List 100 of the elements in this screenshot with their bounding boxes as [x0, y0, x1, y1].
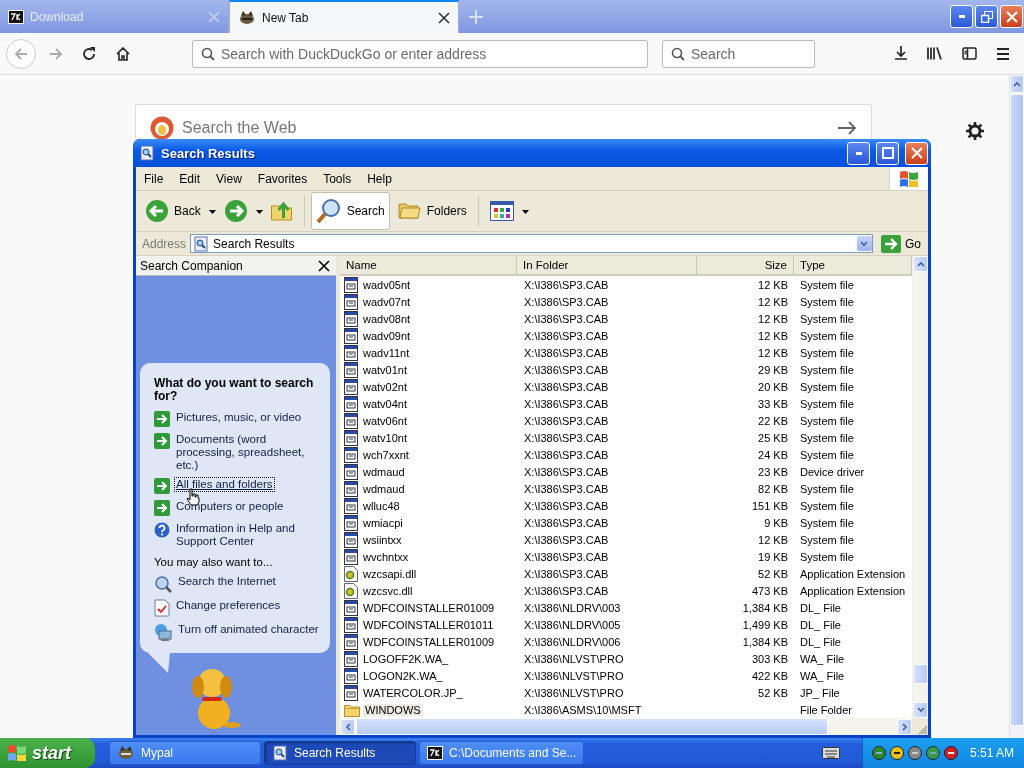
file-name[interactable]: wadv11nt	[361, 346, 412, 359]
table-cell-text: X:\I386\SP3.CAB	[523, 312, 610, 325]
table-cell-text: 33 KB	[757, 397, 789, 410]
file-name[interactable]: WATERCOLOR.JP_	[361, 686, 465, 699]
file-name[interactable]: wzcsvc.dll	[361, 584, 415, 597]
search-option-link[interactable]: Computers or people	[175, 500, 285, 513]
column-header[interactable]: In Folder	[517, 256, 697, 274]
search-box[interactable]: Search	[662, 39, 815, 68]
table-cell-text: 52 KB	[757, 686, 789, 699]
task-link[interactable]: Change preferences	[175, 599, 282, 612]
table-cell-text: 422 KB	[750, 669, 789, 682]
table-cell-text: X:\I386\SP3.CAB	[523, 346, 610, 359]
file-name[interactable]: WDFCOINSTALLER01009	[361, 635, 497, 648]
table-cell-text: 9 KB	[763, 516, 789, 529]
table-cell-text: X:\I386\SP3.CAB	[523, 278, 610, 291]
table-cell-text: 12 KB	[757, 278, 789, 291]
menu-item[interactable]: Tools	[315, 171, 360, 186]
table-cell-text: 25 KB	[757, 431, 789, 444]
file-name[interactable]: wadv07nt	[361, 295, 413, 308]
table-cell-text: DL_ File	[799, 635, 842, 648]
table-cell-text: X:\I386\NLVST\PRO	[523, 669, 625, 682]
menu-item[interactable]: Favorites	[249, 171, 316, 186]
table-cell-text: X:\I386\SP3.CAB	[523, 295, 610, 308]
browser-tab[interactable]: New Tab	[229, 0, 459, 33]
task-link[interactable]: Search the Internet	[177, 575, 277, 588]
table-cell-text: System file	[799, 329, 855, 342]
table-cell-text: X:\I386\SP3.CAB	[523, 465, 610, 478]
table-cell-text: X:\I386\NLDRV\003	[523, 601, 622, 614]
file-name[interactable]: wdmaud	[361, 482, 407, 495]
table-cell-text: DL_ File	[799, 618, 842, 631]
file-name[interactable]: WINDOWS	[363, 703, 423, 716]
address-bar[interactable]: Search with DuckDuckGo or enter address	[192, 39, 648, 68]
table-cell-text: 1,499 KB	[741, 618, 789, 631]
table-cell-text: X:\I386\SP3.CAB	[523, 448, 610, 461]
table-cell-text: 82 KB	[757, 482, 789, 495]
taskbar-button[interactable]: Search Results	[264, 741, 416, 765]
web-search-box[interactable]: Search the Web	[135, 104, 872, 139]
file-name[interactable]: wsiintxx	[361, 533, 404, 546]
table-cell-text: 12 KB	[757, 346, 789, 359]
back-button[interactable]: Back	[140, 196, 206, 226]
table-cell-text: WA_ File	[799, 652, 846, 665]
file-name[interactable]: wvchntxx	[361, 550, 411, 563]
file-name[interactable]: LOGOFF2K.WA_	[361, 652, 451, 665]
file-name[interactable]: wadv05nt	[361, 278, 413, 291]
table-cell-text: WA_ File	[799, 669, 846, 682]
folders-button[interactable]: Folders	[392, 196, 472, 226]
table-cell-text: X:\I386\SP3.CAB	[523, 363, 610, 376]
file-name[interactable]: WDFCOINSTALLER01011	[361, 618, 496, 631]
go-button[interactable]: Go	[877, 234, 925, 253]
table-cell-text: X:\I386\SP3.CAB	[523, 329, 610, 342]
search-option-link[interactable]: Pictures, music, or video	[175, 411, 303, 424]
table-cell-text: X:\I386\ASMS\10\MSFT	[523, 703, 643, 716]
address-field[interactable]: Search with DuckDuckGo or enter address	[221, 41, 647, 66]
table-cell-text: X:\I386\SP3.CAB	[523, 533, 610, 546]
table-cell-text: 52 KB	[757, 567, 789, 580]
web-search-field[interactable]: Search the Web	[182, 119, 829, 137]
table-cell-text: 29 KB	[757, 363, 789, 376]
table-cell-text: X:\I386\SP3.CAB	[523, 414, 610, 427]
table-cell-text: X:\I386\SP3.CAB	[523, 380, 610, 393]
file-name[interactable]: wadv08nt	[361, 312, 413, 325]
taskbar-button[interactable]: C:\Documents and Se...	[419, 741, 585, 765]
table-cell-text: System file	[799, 278, 855, 291]
file-name[interactable]: watv04nt	[361, 397, 410, 410]
file-name[interactable]: wdmaud	[361, 465, 407, 478]
table-cell-text: 12 KB	[757, 312, 789, 325]
file-name[interactable]: wmiacpi	[361, 516, 405, 529]
table-cell-text: System file	[799, 312, 855, 325]
table-cell-text: System file	[799, 516, 855, 529]
table-cell-text: System file	[799, 533, 855, 546]
menu-item[interactable]: Help	[359, 171, 400, 186]
table-cell-text: X:\I386\SP3.CAB	[523, 584, 610, 597]
table-cell-text: X:\I386\SP3.CAB	[523, 567, 610, 580]
table-cell-text: X:\I386\SP3.CAB	[523, 516, 610, 529]
table-cell-text: JP_ File	[799, 686, 841, 699]
taskbar-button[interactable]: Mypal	[109, 741, 261, 765]
table-cell-text: System file	[799, 499, 855, 512]
file-name[interactable]: watv02nt	[361, 380, 410, 393]
table-cell-text: 1,384 KB	[741, 601, 789, 614]
file-name[interactable]: wzcsapi.dll	[361, 567, 419, 580]
menu-item[interactable]: View	[208, 171, 250, 186]
file-name[interactable]: watv10nt	[361, 431, 410, 444]
task-link[interactable]: Turn off animated character	[177, 623, 320, 636]
table-cell-text: 12 KB	[757, 329, 789, 342]
file-name[interactable]: watv06nt	[361, 414, 410, 427]
search-button[interactable]: Search	[310, 192, 390, 230]
search-option-link[interactable]: Documents (word processing, spreadsheet, etc.)	[175, 433, 320, 472]
search-option-link[interactable]: Information in Help and Support Center	[175, 522, 320, 548]
file-name[interactable]: wadv09nt	[361, 329, 413, 342]
search-field[interactable]: Search	[691, 41, 814, 66]
column-header[interactable]: Size	[697, 256, 794, 274]
file-name[interactable]: WDFCOINSTALLER01009	[361, 601, 497, 614]
menu-item[interactable]: File	[136, 171, 172, 186]
address-field[interactable]: Search Results	[190, 234, 873, 253]
file-name[interactable]: wch7xxnt	[361, 448, 411, 461]
search-option-link[interactable]: All files and folders	[175, 478, 274, 491]
file-name[interactable]: LOGON2K.WA_	[361, 669, 445, 682]
column-header[interactable]: Name	[340, 256, 517, 274]
file-name[interactable]: wlluc48	[361, 499, 402, 512]
file-name[interactable]: watv01nt	[361, 363, 410, 376]
menu-item[interactable]: Edit	[171, 171, 209, 186]
